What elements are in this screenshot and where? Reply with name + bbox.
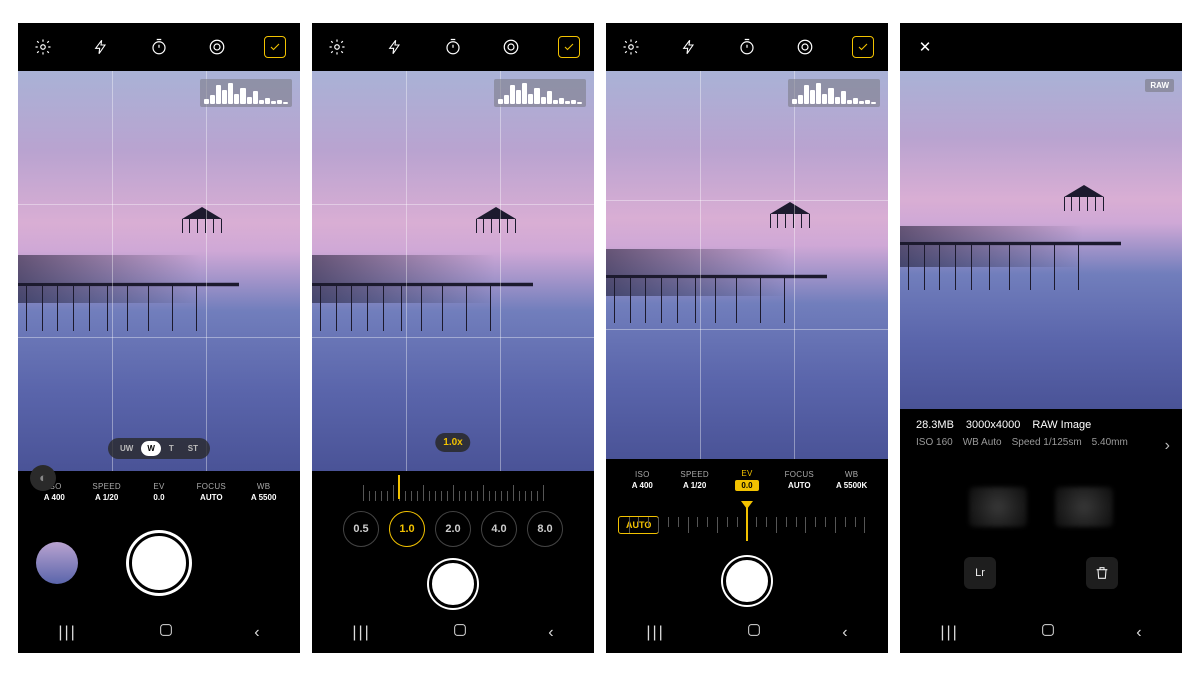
image-info: 28.3MB 3000x4000 RAW Image ISO 160 WB Au… (900, 409, 1182, 483)
lens-w[interactable]: W (141, 441, 161, 456)
nav-home[interactable] (140, 618, 192, 647)
setting-speed[interactable]: SPEEDA 1/20 (673, 470, 717, 490)
zoom-needle[interactable] (398, 475, 400, 499)
top-toolbar (18, 23, 300, 71)
top-toolbar (312, 23, 594, 71)
thumbnail[interactable] (969, 487, 1027, 527)
info-wb: WB Auto (963, 437, 1002, 448)
aspect-icon[interactable] (206, 36, 228, 58)
lens-uw[interactable]: UW (114, 441, 139, 456)
gear-icon[interactable] (326, 36, 348, 58)
camera-screen-main: UW W T ST ◐ ISOA 400 SPEEDA 1/20 EV0.0 F… (18, 23, 300, 653)
nav-recents[interactable]: ||| (922, 620, 976, 646)
timer-icon[interactable] (736, 36, 758, 58)
zoom-ruler[interactable] (329, 475, 577, 501)
raw-icon[interactable] (558, 36, 580, 58)
info-size: 28.3MB (916, 419, 954, 431)
setting-ev[interactable]: EV0.0 (725, 469, 769, 491)
setting-speed[interactable]: SPEEDA 1/20 (85, 482, 129, 502)
ev-slider[interactable] (629, 511, 866, 539)
info-speed: Speed 1/125sm (1012, 437, 1082, 448)
nav-home[interactable] (1022, 618, 1074, 647)
viewfinder[interactable]: 1.0x (312, 71, 594, 471)
lens-t[interactable]: T (163, 441, 180, 456)
photo-preview[interactable]: RAW (900, 71, 1182, 409)
zoom-2-0[interactable]: 2.0 (435, 511, 471, 547)
info-iso: ISO 160 (916, 437, 953, 448)
timer-icon[interactable] (148, 36, 170, 58)
nav-back[interactable]: ‹ (530, 620, 571, 646)
info-focal: 5.40mm (1092, 437, 1128, 448)
gallery-thumbnail[interactable] (36, 542, 78, 584)
histogram[interactable] (788, 79, 880, 107)
lens-st[interactable]: ST (182, 441, 204, 456)
histogram[interactable] (200, 79, 292, 107)
preview-screen: ✕ RAW 28.3MB 3000x4000 RAW Image ISO 160… (900, 23, 1182, 653)
setting-wb[interactable]: WBA 5500K (830, 470, 874, 490)
nav-home[interactable] (434, 618, 486, 647)
top-toolbar (606, 23, 888, 71)
flash-icon[interactable] (384, 36, 406, 58)
nav-recents[interactable]: ||| (628, 620, 682, 646)
zoom-1-0[interactable]: 1.0 (389, 511, 425, 547)
lens-selector[interactable]: UW W T ST (108, 438, 210, 459)
system-nav: ||| ‹ (900, 613, 1182, 653)
top-toolbar: ✕ (900, 23, 1182, 71)
manual-settings-row: ISOA 400 SPEEDA 1/20 EV0.0 FOCUSAUTO WBA… (606, 459, 888, 501)
system-nav: ||| ‹ (606, 613, 888, 653)
preview-actions: Lr (900, 533, 1182, 613)
lightroom-button[interactable]: Lr (964, 557, 996, 589)
zoom-value-badge: 1.0x (435, 433, 470, 452)
trash-icon[interactable] (1086, 557, 1118, 589)
nav-back[interactable]: ‹ (236, 620, 277, 646)
nav-back[interactable]: ‹ (824, 620, 865, 646)
camera-screen-ev: ISOA 400 SPEEDA 1/20 EV0.0 FOCUSAUTO WBA… (606, 23, 888, 653)
nav-home[interactable] (728, 618, 780, 647)
shutter-row (18, 513, 300, 613)
gear-icon[interactable] (620, 36, 642, 58)
aspect-icon[interactable] (500, 36, 522, 58)
zoom-8-0[interactable]: 8.0 (527, 511, 563, 547)
info-format: RAW Image (1032, 419, 1091, 431)
shutter-button[interactable] (129, 533, 189, 593)
thumbnail[interactable] (1055, 487, 1113, 527)
close-icon[interactable]: ✕ (914, 36, 936, 58)
raw-tag: RAW (1145, 79, 1174, 92)
chevron-right-icon[interactable]: › (1165, 437, 1170, 455)
shutter-button[interactable] (723, 557, 771, 605)
info-dimensions: 3000x4000 (966, 419, 1020, 431)
thumbnail-strip (900, 483, 1182, 533)
histogram[interactable] (494, 79, 586, 107)
viewfinder[interactable]: UW W T ST (18, 71, 300, 471)
flash-icon[interactable] (90, 36, 112, 58)
setting-focus[interactable]: FOCUSAUTO (189, 482, 233, 502)
metering-button[interactable]: ◐ (30, 465, 56, 491)
setting-iso[interactable]: ISOA 400 (620, 470, 664, 490)
zoom-0-5[interactable]: 0.5 (343, 511, 379, 547)
gear-icon[interactable] (32, 36, 54, 58)
system-nav: ||| ‹ (18, 613, 300, 653)
raw-icon[interactable] (264, 36, 286, 58)
raw-icon[interactable] (852, 36, 874, 58)
ev-needle[interactable] (746, 507, 748, 541)
zoom-steps: 0.5 1.0 2.0 4.0 8.0 (343, 511, 563, 547)
aspect-icon[interactable] (794, 36, 816, 58)
timer-icon[interactable] (442, 36, 464, 58)
system-nav: ||| ‹ (312, 613, 594, 653)
nav-recents[interactable]: ||| (40, 620, 94, 646)
zoom-controls: 0.5 1.0 2.0 4.0 8.0 (312, 471, 594, 613)
nav-recents[interactable]: ||| (334, 620, 388, 646)
manual-settings-row: ISOA 400 SPEEDA 1/20 EV0.0 FOCUSAUTO WBA… (18, 471, 300, 513)
zoom-4-0[interactable]: 4.0 (481, 511, 517, 547)
nav-back[interactable]: ‹ (1118, 620, 1159, 646)
viewfinder[interactable] (606, 71, 888, 459)
ev-controls: AUTO (606, 501, 888, 613)
setting-focus[interactable]: FOCUSAUTO (777, 470, 821, 490)
camera-screen-zoom: 1.0x 0.5 1.0 2.0 4.0 8.0 (312, 23, 594, 653)
setting-ev[interactable]: EV0.0 (137, 482, 181, 502)
flash-icon[interactable] (678, 36, 700, 58)
shutter-button[interactable] (429, 560, 477, 608)
setting-wb[interactable]: WBA 5500 (242, 482, 286, 502)
